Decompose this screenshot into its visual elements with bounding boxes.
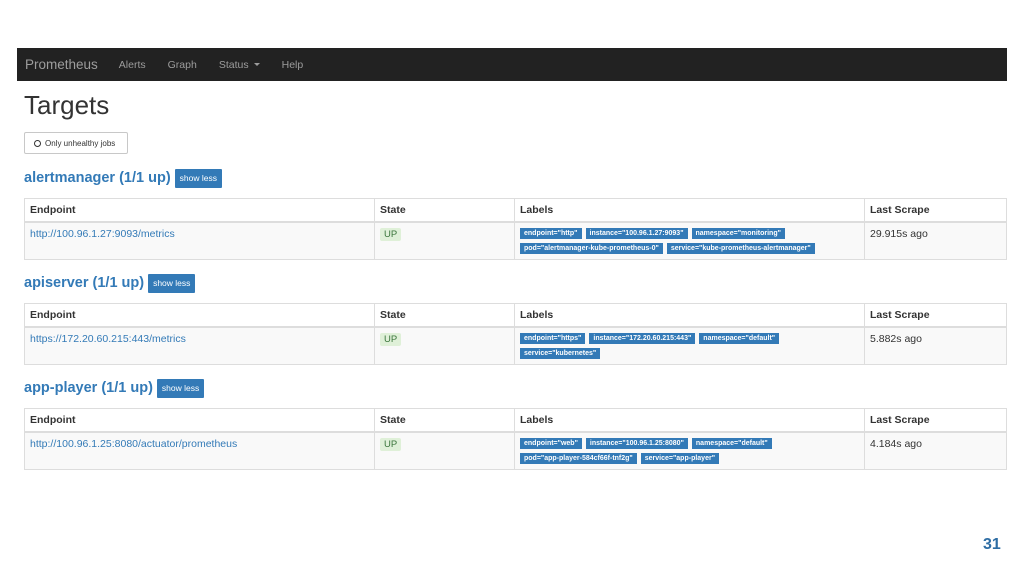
header-state: State <box>374 198 515 223</box>
header-endpoint: Endpoint <box>24 408 375 433</box>
filter-label: Only unhealthy jobs <box>45 138 116 148</box>
last-scrape-value: 29.915s ago <box>870 228 928 240</box>
endpoint-link[interactable]: http://100.96.1.25:8080/actuator/prometh… <box>30 438 237 450</box>
label-badge: namespace="monitoring" <box>691 228 785 239</box>
job-section-apiserver: apiserver (1/1 up) show less Endpoint St… <box>24 273 1007 365</box>
job-title-link[interactable]: apiserver (1/1 up) <box>24 275 144 291</box>
label-badge: instance="100.96.1.25:8080" <box>585 438 688 449</box>
targets-table: Endpoint State Labels Last Scrape http:/… <box>24 408 1007 470</box>
table-row: http://100.96.1.27:9093/metrics UP endpo… <box>24 221 1007 260</box>
table-row: http://100.96.1.25:8080/actuator/prometh… <box>24 431 1007 470</box>
table-header-row: Endpoint State Labels Last Scrape <box>24 198 1007 223</box>
nav-help[interactable]: Help <box>282 59 304 71</box>
label-badge: service="kubernetes" <box>520 348 601 359</box>
header-labels: Labels <box>514 408 865 433</box>
label-badge: pod="alertmanager-kube-prometheus-0" <box>520 243 663 254</box>
top-navbar: Prometheus Alerts Graph Status Help <box>17 48 1007 81</box>
job-section-alertmanager: alertmanager (1/1 up) show less Endpoint… <box>24 168 1007 260</box>
show-less-button[interactable]: show less <box>156 378 205 398</box>
only-unhealthy-jobs-toggle[interactable]: Only unhealthy jobs <box>24 132 128 154</box>
label-badge: service="kube-prometheus-alertmanager" <box>666 243 815 254</box>
label-badge: pod="app-player-584cf66f-tnf2g" <box>520 453 637 464</box>
job-title-link[interactable]: app-player (1/1 up) <box>24 380 153 396</box>
targets-table: Endpoint State Labels Last Scrape http:/… <box>24 198 1007 260</box>
last-scrape-value: 4.184s ago <box>870 438 922 450</box>
targets-table: Endpoint State Labels Last Scrape https:… <box>24 303 1007 365</box>
header-labels: Labels <box>514 303 865 328</box>
endpoint-link[interactable]: https://172.20.60.215:443/metrics <box>30 333 186 345</box>
header-labels: Labels <box>514 198 865 223</box>
header-endpoint: Endpoint <box>24 198 375 223</box>
brand-link[interactable]: Prometheus <box>25 57 98 72</box>
state-badge: UP <box>380 333 402 346</box>
job-section-app-player: app-player (1/1 up) show less Endpoint S… <box>24 378 1007 470</box>
caret-down-icon <box>253 63 260 66</box>
label-badge: service="app-player" <box>640 453 720 464</box>
header-last-scrape: Last Scrape <box>864 303 1007 328</box>
page-title: Targets <box>24 90 110 120</box>
labels-cell: endpoint="http" instance="100.96.1.27:909… <box>514 221 865 260</box>
state-badge: UP <box>380 228 402 241</box>
nav-graph[interactable]: Graph <box>168 59 197 71</box>
header-last-scrape: Last Scrape <box>864 198 1007 223</box>
nav-status-label: Status <box>218 58 249 71</box>
labels-cell: endpoint="https" instance="172.20.60.215:… <box>514 326 865 365</box>
label-badge: namespace="default" <box>691 438 772 449</box>
show-less-button[interactable]: show less <box>148 273 196 293</box>
header-last-scrape: Last Scrape <box>864 408 1007 433</box>
endpoint-link[interactable]: http://100.96.1.27:9093/metrics <box>30 228 175 240</box>
nav-alerts[interactable]: Alerts <box>119 59 146 71</box>
header-state: State <box>374 408 515 433</box>
label-badge: endpoint="web" <box>520 438 582 449</box>
nav-status-dropdown[interactable]: Status <box>219 59 260 71</box>
slide-number: 31 <box>983 536 1001 553</box>
state-badge: UP <box>380 438 402 451</box>
table-header-row: Endpoint State Labels Last Scrape <box>24 303 1007 328</box>
table-header-row: Endpoint State Labels Last Scrape <box>24 408 1007 433</box>
table-row: https://172.20.60.215:443/metrics UP end… <box>24 326 1007 365</box>
header-state: State <box>374 303 515 328</box>
label-badge: endpoint="http" <box>520 228 582 239</box>
job-title-link[interactable]: alertmanager (1/1 up) <box>24 170 171 186</box>
label-badge: namespace="default" <box>699 333 780 344</box>
show-less-button[interactable]: show less <box>174 168 222 188</box>
label-badge: instance="100.96.1.27:9093" <box>585 228 688 239</box>
label-badge: instance="172.20.60.215:443" <box>589 333 696 344</box>
radio-circle-icon <box>34 139 41 147</box>
label-badge: endpoint="https" <box>520 333 586 344</box>
header-endpoint: Endpoint <box>24 303 375 328</box>
labels-cell: endpoint="web" instance="100.96.1.25:8080… <box>514 431 865 470</box>
last-scrape-value: 5.882s ago <box>870 333 922 345</box>
